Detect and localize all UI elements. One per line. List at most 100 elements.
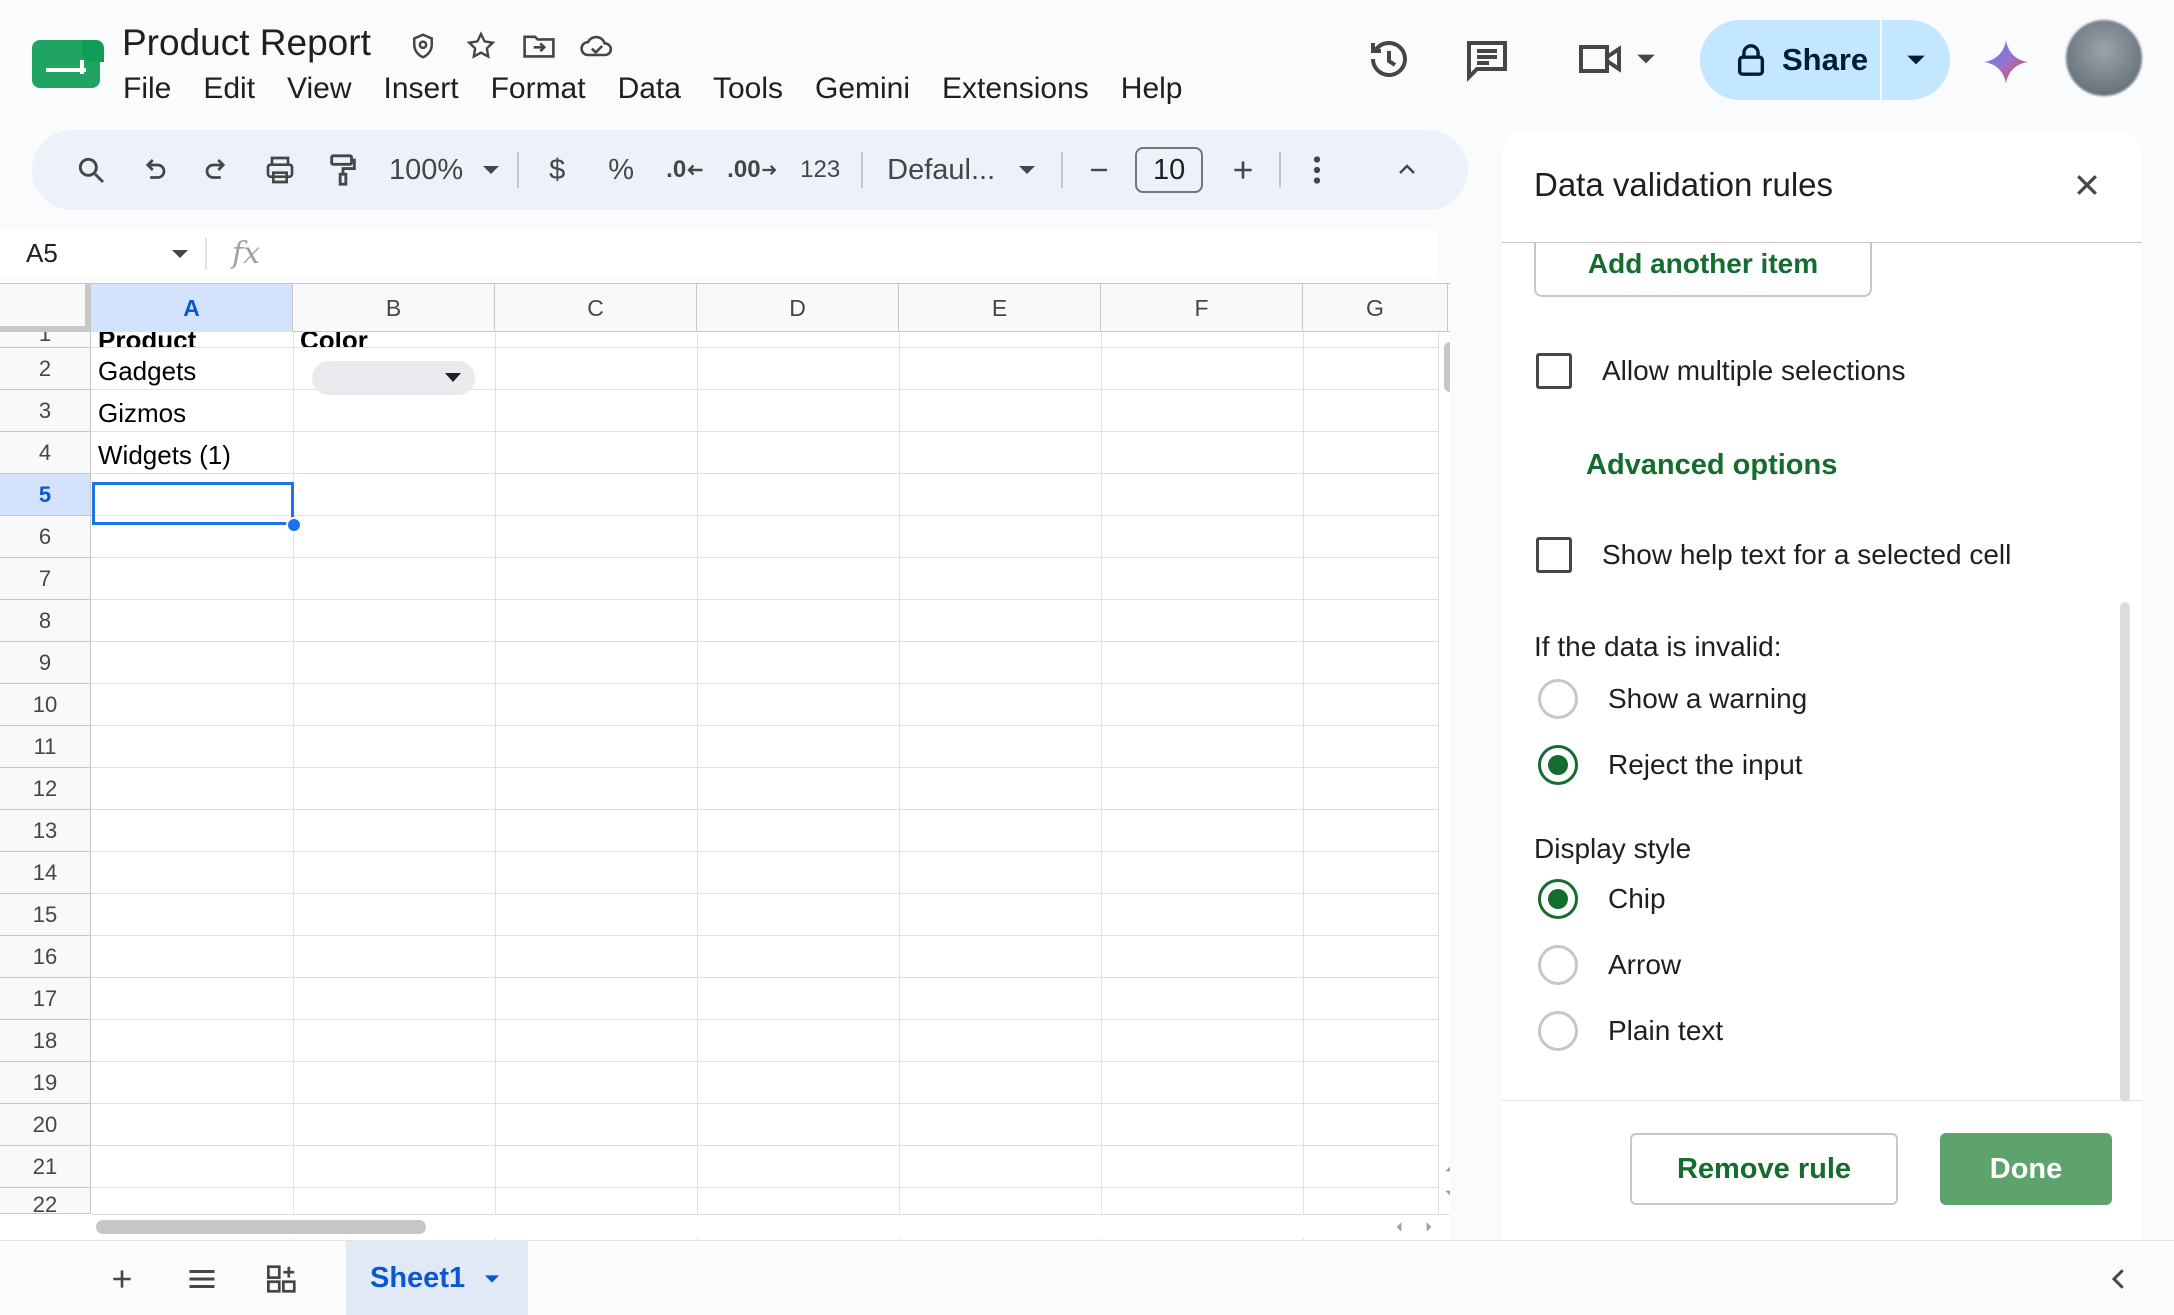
column-header-d[interactable]: D (697, 284, 899, 332)
allow-multiple-checkbox[interactable] (1536, 353, 1572, 389)
row-header-1[interactable]: 1 (0, 332, 91, 348)
advanced-options-toggle[interactable]: Advanced options (1586, 449, 1837, 482)
menu-gemini[interactable]: Gemini (799, 72, 926, 106)
chip-radio[interactable] (1538, 879, 1578, 919)
chip-option[interactable]: Chip (1538, 879, 1666, 919)
done-button[interactable]: Done (1940, 1133, 2112, 1205)
explore-icon[interactable] (262, 1259, 302, 1299)
vertical-scrollbar[interactable] (1438, 332, 1450, 1232)
row-header-10[interactable]: 10 (0, 684, 91, 726)
row-header-13[interactable]: 13 (0, 810, 91, 852)
sheets-logo-icon[interactable] (32, 40, 104, 88)
undo-icon[interactable] (129, 146, 179, 194)
increase-font-size-icon[interactable] (1223, 146, 1263, 194)
redo-icon[interactable] (192, 146, 242, 194)
row-header-4[interactable]: 4 (0, 432, 91, 474)
menu-format[interactable]: Format (475, 72, 602, 106)
row-header-19[interactable]: 19 (0, 1062, 91, 1104)
column-header-b[interactable]: B (293, 284, 495, 332)
sheet-tab-sheet1[interactable]: Sheet1 (346, 1241, 528, 1315)
menu-edit[interactable]: Edit (187, 72, 271, 106)
show-warning-option[interactable]: Show a warning (1538, 679, 1807, 719)
decrease-decimal-button[interactable]: .0 (663, 146, 707, 194)
meet-video-icon[interactable] (1575, 18, 1675, 100)
remove-rule-button[interactable]: Remove rule (1630, 1133, 1898, 1205)
help-text-row[interactable]: Show help text for a selected cell (1536, 537, 2011, 573)
share-button[interactable]: Share (1700, 20, 1950, 100)
spreadsheet-grid[interactable]: A B C D E F G 1 2 3 4 5 6 7 8 9 10 11 12… (0, 283, 1450, 1240)
column-header-g[interactable]: G (1303, 284, 1448, 332)
more-formats-button[interactable]: 123 (795, 146, 845, 194)
row-header-5[interactable]: 5 (0, 474, 91, 516)
document-title[interactable]: Product Report (122, 22, 371, 64)
row-header-3[interactable]: 3 (0, 390, 91, 432)
chevron-down-icon[interactable] (483, 1270, 501, 1288)
row-header-14[interactable]: 14 (0, 852, 91, 894)
collapse-side-panel-icon[interactable] (2104, 1264, 2134, 1294)
row-header-6[interactable]: 6 (0, 516, 91, 558)
plain-text-option[interactable]: Plain text (1538, 1011, 1723, 1051)
decrease-font-size-icon[interactable] (1079, 146, 1119, 194)
scroll-right-arrow-icon[interactable] (1424, 1221, 1434, 1233)
print-icon[interactable] (255, 146, 305, 194)
row-header-16[interactable]: 16 (0, 936, 91, 978)
row-header-15[interactable]: 15 (0, 894, 91, 936)
horizontal-scrollbar[interactable] (92, 1214, 1450, 1238)
gemini-spark-icon[interactable] (1982, 38, 2030, 86)
row-header-8[interactable]: 8 (0, 600, 91, 642)
add-another-item-button[interactable]: Add another item (1534, 243, 1872, 297)
shield-badge-icon[interactable] (405, 28, 441, 64)
name-box[interactable]: A5 (26, 238, 58, 269)
plain-text-radio[interactable] (1538, 1011, 1578, 1051)
arrow-radio[interactable] (1538, 945, 1578, 985)
scroll-down-arrow-icon[interactable] (1444, 1188, 1450, 1198)
row-header-12[interactable]: 12 (0, 768, 91, 810)
row-header-7[interactable]: 7 (0, 558, 91, 600)
collapse-menus-icon[interactable] (1387, 146, 1427, 194)
menu-tools[interactable]: Tools (697, 72, 799, 106)
active-cell-a5[interactable] (92, 482, 294, 525)
cloud-status-icon[interactable] (579, 28, 615, 64)
show-warning-radio[interactable] (1538, 679, 1578, 719)
zoom-select[interactable]: 100% (389, 146, 501, 194)
currency-format-button[interactable]: $ (535, 146, 579, 194)
horizontal-scroll-thumb[interactable] (96, 1220, 426, 1234)
menu-data[interactable]: Data (602, 72, 697, 106)
row-header-11[interactable]: 11 (0, 726, 91, 768)
version-history-icon[interactable] (1365, 18, 1415, 100)
share-options-dropdown[interactable] (1882, 49, 1950, 71)
arrow-option[interactable]: Arrow (1538, 945, 1681, 985)
cell-b2-dropdown-chip[interactable] (312, 361, 475, 395)
row-header-18[interactable]: 18 (0, 1020, 91, 1062)
scroll-left-arrow-icon[interactable] (1394, 1221, 1404, 1233)
panel-scrollbar[interactable] (2120, 602, 2130, 1102)
help-text-checkbox[interactable] (1536, 537, 1572, 573)
reject-input-option[interactable]: Reject the input (1538, 745, 1803, 785)
menu-view[interactable]: View (271, 72, 367, 106)
chevron-down-icon[interactable] (170, 246, 190, 262)
fill-handle[interactable] (286, 517, 302, 533)
search-menus-icon[interactable] (66, 146, 116, 194)
close-icon[interactable] (2072, 170, 2102, 200)
formula-input[interactable] (290, 238, 1390, 270)
increase-decimal-button[interactable]: .00 (727, 146, 777, 194)
cell-a1[interactable]: Product (98, 332, 196, 347)
scroll-up-arrow-icon[interactable] (1444, 1164, 1450, 1174)
menu-extensions[interactable]: Extensions (926, 72, 1105, 106)
panel-scroll-area[interactable]: Add another item Allow multiple selectio… (1502, 243, 2142, 1103)
add-sheet-icon[interactable] (102, 1259, 142, 1299)
row-header-22[interactable]: 22 (0, 1188, 91, 1214)
cell-a3[interactable]: Gizmos (98, 398, 186, 429)
select-all-corner[interactable] (0, 284, 91, 332)
font-size-input[interactable]: 10 (1135, 147, 1204, 193)
row-header-9[interactable]: 9 (0, 642, 91, 684)
row-header-2[interactable]: 2 (0, 348, 91, 390)
move-folder-icon[interactable] (521, 28, 557, 64)
more-options-icon[interactable] (1297, 146, 1337, 194)
allow-multiple-row[interactable]: Allow multiple selections (1536, 353, 1905, 389)
column-header-a[interactable]: A (91, 284, 293, 332)
account-avatar[interactable] (2066, 20, 2142, 96)
menu-insert[interactable]: Insert (368, 72, 475, 106)
cell-a2[interactable]: Gadgets (98, 356, 196, 387)
reject-input-radio[interactable] (1538, 745, 1578, 785)
